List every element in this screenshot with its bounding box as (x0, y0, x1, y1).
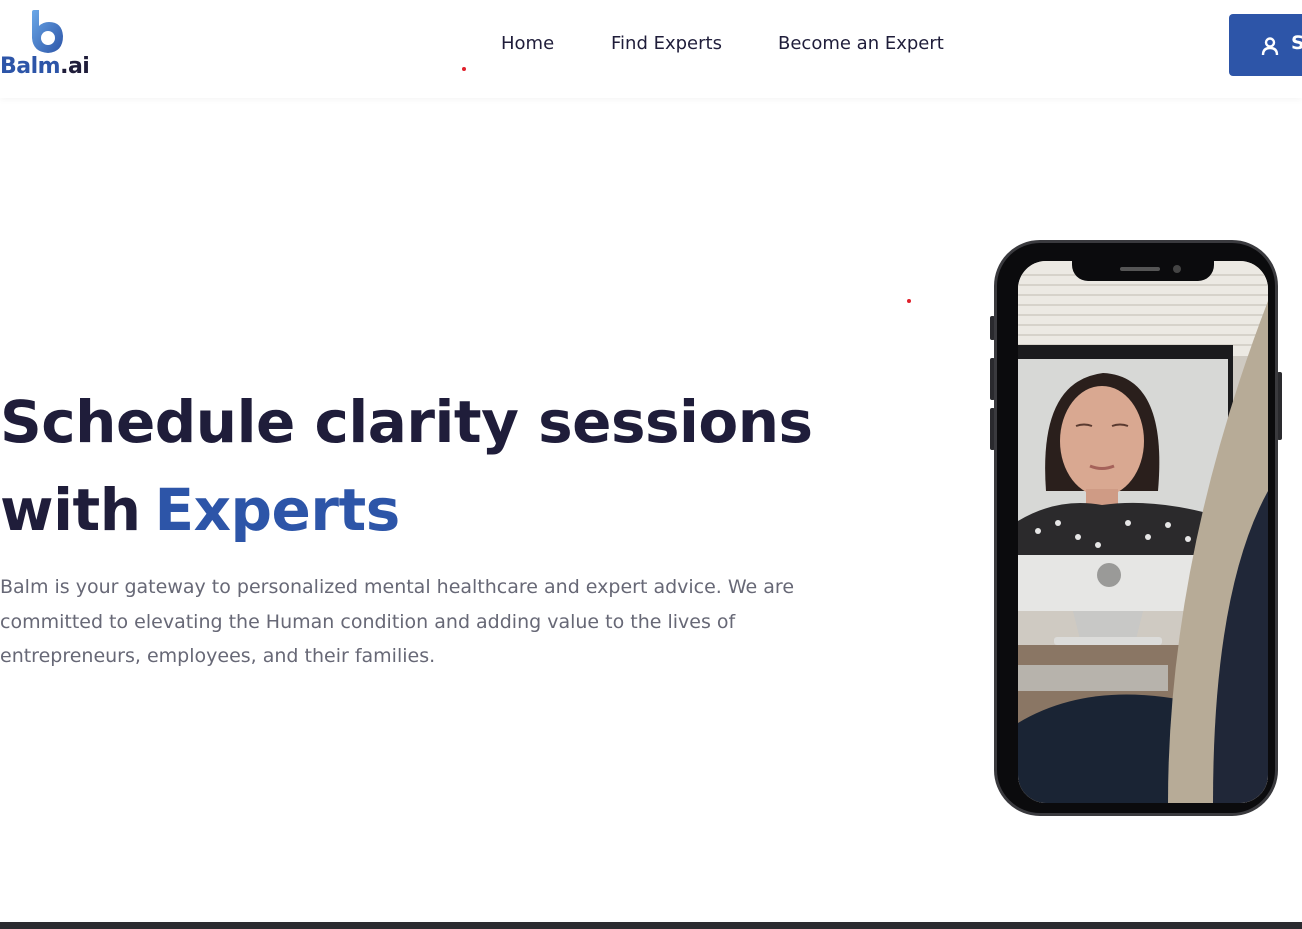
phone-speaker (1120, 267, 1160, 271)
phone-camera (1173, 265, 1181, 273)
sign-in-label: S (1291, 32, 1302, 54)
nav-become-an-expert[interactable]: Become an Expert (778, 33, 944, 54)
video-call-illustration (1018, 261, 1268, 803)
phone-notch (1072, 261, 1214, 281)
sign-in-button[interactable]: S (1229, 14, 1302, 76)
logo-brand: Balm (0, 54, 61, 79)
logo-wordmark: Balm.ai (0, 54, 90, 79)
footer-edge (0, 922, 1302, 929)
hero-title: Schedule clarity sessions with Experts (0, 378, 820, 554)
logo-tld: .ai (60, 54, 90, 79)
phone-mockup (990, 240, 1282, 818)
video-call-image (1018, 261, 1268, 803)
nav-home[interactable]: Home (501, 33, 554, 54)
decorative-dot (462, 67, 466, 71)
nav-find-experts[interactable]: Find Experts (611, 33, 722, 54)
phone-body (994, 240, 1278, 816)
hero-title-line1: Schedule clarity sessions (0, 388, 813, 456)
site-header: Balm.ai Home Find Experts Become an Expe… (0, 0, 1302, 98)
logo-link[interactable]: Balm.ai (0, 10, 100, 82)
hero-description: Balm is your gateway to personalized men… (0, 576, 795, 667)
hero-title-prefix: with (0, 476, 141, 544)
balm-logo-icon (32, 10, 63, 53)
decorative-dot (907, 299, 911, 303)
user-icon (1261, 37, 1279, 56)
hero-title-accent: Experts (154, 476, 400, 544)
